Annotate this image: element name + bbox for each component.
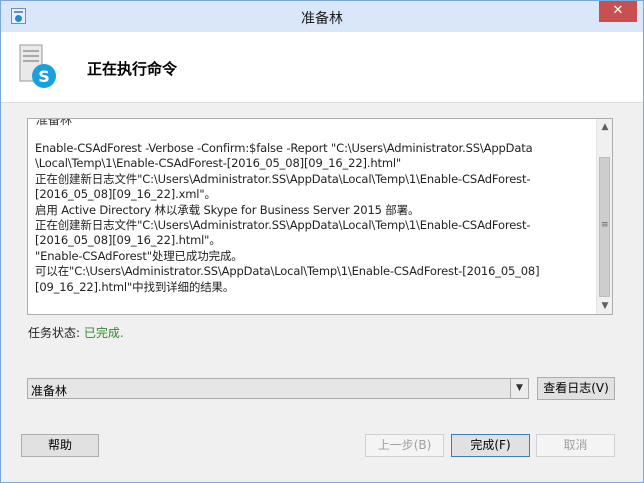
svg-text:S: S bbox=[38, 67, 50, 86]
close-button[interactable]: ✕ bbox=[599, 1, 637, 22]
log-line: 可以在"C:\Users\Administrator.SS\AppData\Lo… bbox=[35, 264, 540, 279]
scroll-up-icon[interactable]: ▲ bbox=[597, 119, 612, 135]
title-bar[interactable]: 准备林 ✕ bbox=[1, 1, 643, 32]
back-button[interactable]: 上一步(B) bbox=[365, 434, 444, 457]
log-group-label: 准备林 bbox=[36, 119, 73, 127]
log-lines: Enable-CSAdForest -Verbose -Confirm:$fal… bbox=[35, 141, 595, 295]
chevron-down-icon[interactable]: ▼ bbox=[510, 379, 528, 398]
log-content: 准备林 Enable-CSAdForest -Verbose -Confirm:… bbox=[28, 119, 598, 314]
view-log-button[interactable]: 查看日志(V) bbox=[537, 377, 615, 400]
log-line: Enable-CSAdForest -Verbose -Confirm:$fal… bbox=[35, 141, 533, 155]
scroll-down-icon[interactable]: ▼ bbox=[597, 298, 612, 314]
task-status: 任务状态: 已完成. bbox=[28, 324, 124, 341]
task-status-value: 已完成. bbox=[83, 326, 124, 340]
task-select[interactable]: 准备林 ▼ bbox=[27, 378, 529, 399]
log-line: "Enable-CSAdForest"处理已成功完成。 bbox=[35, 248, 243, 263]
log-line: 正在创建新日志文件"C:\Users\Administrator.SS\AppD… bbox=[35, 171, 531, 186]
cancel-button[interactable]: 取消 bbox=[536, 434, 615, 457]
log-line: 启用 Active Directory 林以承载 Skype for Busin… bbox=[35, 202, 420, 217]
log-scrollbar[interactable]: ▲ ≡ ▼ bbox=[596, 119, 612, 314]
skype-server-icon: S bbox=[19, 44, 56, 88]
help-button[interactable]: 帮助 bbox=[21, 434, 99, 457]
log-line: [2016_05_08][09_16_22].html"。 bbox=[35, 233, 221, 248]
task-status-label: 任务状态: bbox=[28, 326, 81, 340]
log-line: [09_16_22].html"中找到详细的结果。 bbox=[35, 279, 235, 294]
scroll-thumb[interactable]: ≡ bbox=[599, 157, 610, 297]
header-panel: S 正在执行命令 bbox=[1, 32, 643, 103]
header-title: 正在执行命令 bbox=[87, 60, 178, 78]
log-line: [2016_05_08][09_16_22].xml"。 bbox=[35, 187, 216, 202]
finish-button[interactable]: 完成(F) bbox=[451, 434, 530, 457]
log-line: \Local\Temp\1\Enable-CSAdForest-[2016_05… bbox=[35, 156, 402, 171]
dialog-window: 准备林 ✕ S 正在执行命令 准备林 Enable-CSAdForest -Ve… bbox=[0, 0, 644, 483]
window-title: 准备林 bbox=[301, 11, 343, 27]
task-select-value: 准备林 bbox=[31, 384, 68, 398]
grip-icon: ≡ bbox=[601, 220, 609, 230]
log-output-box[interactable]: 准备林 Enable-CSAdForest -Verbose -Confirm:… bbox=[27, 118, 613, 315]
log-line: 正在创建新日志文件"C:\Users\Administrator.SS\AppD… bbox=[35, 218, 531, 233]
